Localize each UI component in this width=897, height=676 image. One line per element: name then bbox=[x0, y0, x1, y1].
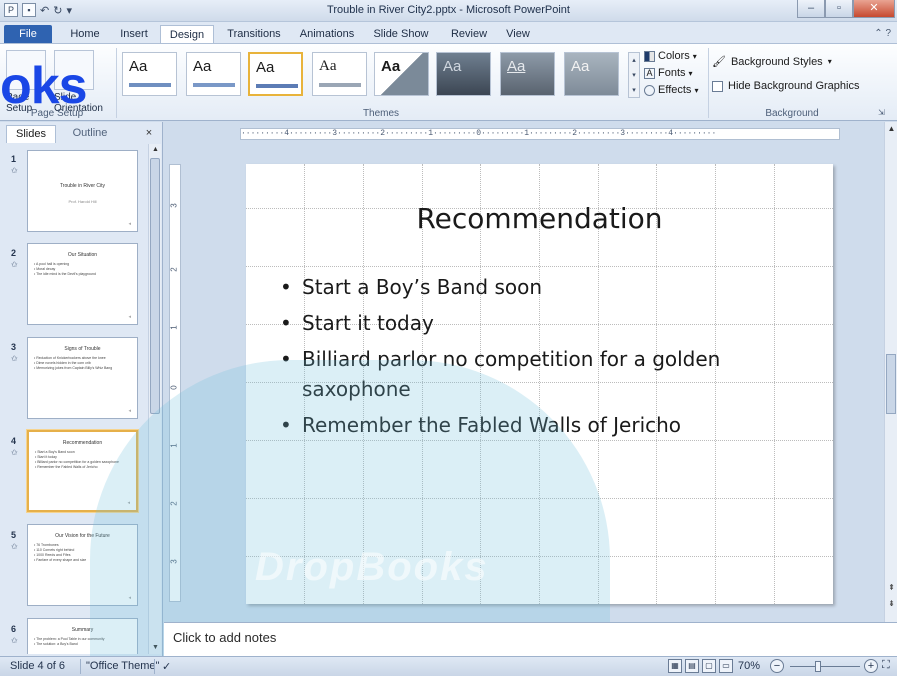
background-styles-dropdown[interactable]: 🖌 Background Styles ▾ bbox=[712, 50, 872, 74]
ribbon-tabs: File Home Insert Design Transitions Anim… bbox=[0, 22, 897, 44]
notes-placeholder: Click to add notes bbox=[173, 630, 277, 645]
scroll-thumb[interactable] bbox=[886, 354, 896, 414]
close-button[interactable]: ✕ bbox=[853, 0, 895, 18]
slide-counter: Slide 4 of 6 bbox=[10, 660, 66, 672]
theme-7[interactable]: Aa bbox=[500, 52, 555, 96]
slide-show-icon[interactable]: ▭ bbox=[719, 659, 733, 673]
group-separator bbox=[708, 48, 709, 118]
transition-icon: ✩ bbox=[11, 636, 18, 645]
horizontal-ruler: ·········4·········3·········2·········1… bbox=[240, 128, 840, 140]
maximize-button[interactable]: ▫ bbox=[825, 0, 853, 18]
slide-sorter-icon[interactable]: ▤ bbox=[685, 659, 699, 673]
theme-5[interactable]: Aa bbox=[374, 52, 429, 96]
fonts-icon: A bbox=[644, 68, 655, 79]
zoom-level[interactable]: 70% bbox=[738, 660, 760, 672]
group-separator bbox=[116, 48, 117, 118]
themes-group-label: Themes bbox=[362, 108, 400, 119]
background-group-label: Background bbox=[765, 108, 819, 119]
dialog-launcher-icon[interactable]: ⇲ bbox=[878, 108, 885, 117]
slide-thumbnail-3[interactable]: Signs of Trouble • Reduction of Knickerb… bbox=[27, 337, 138, 419]
theme-4[interactable]: Aa bbox=[312, 52, 367, 96]
tab-insert[interactable]: Insert bbox=[112, 25, 156, 44]
bullet-item: Start a Boy’s Band soon bbox=[280, 272, 800, 302]
checkbox-icon bbox=[712, 80, 723, 92]
transition-icon: ✩ bbox=[11, 542, 18, 551]
effects-icon bbox=[644, 85, 655, 96]
tab-review[interactable]: Review bbox=[444, 25, 494, 44]
theme-6[interactable]: Aa bbox=[436, 52, 491, 96]
sound-icon: ◂ bbox=[128, 314, 131, 320]
transition-icon: ✩ bbox=[11, 260, 18, 269]
theme-3-selected[interactable]: Aa bbox=[248, 52, 303, 96]
notes-pane[interactable]: Click to add notes bbox=[164, 622, 897, 656]
slide-thumbnail-2[interactable]: Our Situation • A pool hall is opening • … bbox=[27, 243, 138, 325]
sound-icon: ◂ bbox=[128, 221, 131, 227]
fit-to-window-icon[interactable]: ⛶ bbox=[882, 659, 890, 672]
status-bar: Slide 4 of 6 "Office Theme" ✓ ▦ ▤ ▢ ▭ 70… bbox=[0, 656, 897, 676]
tab-transitions[interactable]: Transitions bbox=[220, 25, 288, 44]
previous-slide-icon[interactable]: ⇞ bbox=[885, 583, 897, 592]
watermark-overlay-text: oks bbox=[0, 57, 88, 115]
theme-8[interactable]: Aa bbox=[564, 52, 619, 96]
normal-view-icon[interactable]: ▦ bbox=[668, 659, 682, 673]
tab-outline[interactable]: Outline bbox=[60, 125, 120, 143]
zoom-slider[interactable] bbox=[790, 666, 860, 667]
fonts-dropdown[interactable]: A Fonts ▾ bbox=[644, 65, 706, 82]
sound-icon: ◂ bbox=[128, 408, 131, 414]
tab-slides[interactable]: Slides bbox=[6, 125, 56, 143]
help-icon[interactable]: ⌃ ? bbox=[874, 28, 891, 39]
theme-name[interactable]: "Office Theme" bbox=[86, 660, 159, 672]
scroll-thumb[interactable] bbox=[150, 158, 160, 414]
window-controls: – ▫ ✕ bbox=[797, 0, 895, 18]
transition-icon: ✩ bbox=[11, 354, 18, 363]
background-options: 🖌 Background Styles ▾ Hide Background Grap… bbox=[712, 50, 872, 98]
slide-title[interactable]: Recommendation bbox=[246, 202, 833, 235]
thumb-number: 2 bbox=[11, 248, 17, 258]
minimize-button[interactable]: – bbox=[797, 0, 825, 18]
tab-home[interactable]: Home bbox=[60, 25, 110, 44]
transition-icon: ✩ bbox=[11, 166, 18, 175]
spell-check-icon[interactable]: ✓ bbox=[162, 660, 171, 673]
thumb-number: 6 bbox=[11, 624, 17, 634]
thumb-number: 5 bbox=[11, 530, 17, 540]
reading-view-icon[interactable]: ▢ bbox=[702, 659, 716, 673]
thumb-number: 4 bbox=[11, 436, 17, 446]
slide-thumbnail-1[interactable]: Trouble in River City Prof. Harold Hill … bbox=[27, 150, 138, 232]
hide-background-checkbox[interactable]: Hide Background Graphics bbox=[712, 74, 872, 98]
bullet-item: Start it today bbox=[280, 308, 800, 338]
colors-icon bbox=[644, 51, 655, 62]
tab-design[interactable]: Design bbox=[160, 25, 214, 44]
theme-2[interactable]: Aa bbox=[186, 52, 241, 96]
tab-animations[interactable]: Animations bbox=[294, 25, 360, 44]
tab-view[interactable]: View bbox=[500, 25, 536, 44]
effects-dropdown[interactable]: Effects ▾ bbox=[644, 82, 706, 99]
tab-slide-show[interactable]: Slide Show bbox=[368, 25, 434, 44]
colors-dropdown[interactable]: Colors ▾ bbox=[644, 48, 706, 65]
paint-bucket-icon: 🖌 bbox=[712, 56, 726, 68]
watermark-image-text: DropBooks bbox=[255, 545, 489, 589]
zoom-out-icon[interactable]: − bbox=[770, 659, 784, 673]
zoom-slider-handle[interactable] bbox=[815, 661, 821, 672]
transition-icon: ✩ bbox=[11, 448, 18, 457]
title-bar: P ▪ ↶ ↻ ▾ Trouble in River City2.pptx - … bbox=[0, 0, 897, 22]
zoom-in-icon[interactable]: + bbox=[864, 659, 878, 673]
window-title: Trouble in River City2.pptx - Microsoft … bbox=[327, 4, 570, 16]
scroll-up-icon[interactable]: ▲ bbox=[885, 124, 897, 133]
thumb-number: 1 bbox=[11, 154, 17, 164]
editor-scrollbar[interactable]: ▲ ⇞ ⇟ bbox=[884, 122, 897, 622]
tab-file[interactable]: File bbox=[4, 25, 52, 44]
scroll-up-icon[interactable]: ▲ bbox=[149, 144, 162, 156]
theme-options: Colors ▾ A Fonts ▾ Effects ▾ bbox=[644, 48, 706, 99]
view-buttons: ▦ ▤ ▢ ▭ bbox=[668, 659, 733, 673]
themes-more-button[interactable]: ▴ ▾ ▾ bbox=[628, 52, 640, 98]
panel-tabs: Slides Outline × bbox=[2, 125, 160, 143]
ribbon-design: Page Setup Slide Orientation Page Setup … bbox=[0, 43, 897, 121]
theme-office[interactable]: Aa bbox=[122, 52, 177, 96]
next-slide-icon[interactable]: ⇟ bbox=[885, 599, 897, 608]
thumb-number: 3 bbox=[11, 342, 17, 352]
close-panel-icon[interactable]: × bbox=[142, 125, 156, 143]
